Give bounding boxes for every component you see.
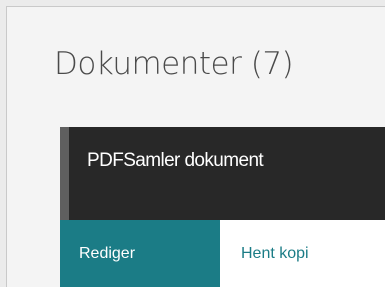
document-accent-bar (60, 127, 69, 220)
edit-button[interactable]: Rediger (60, 220, 220, 287)
document-card: PDFSamler dokument Rediger Hent kopi (60, 127, 385, 287)
get-copy-button[interactable]: Hent kopi (220, 220, 385, 287)
document-header[interactable]: PDFSamler dokument (60, 127, 385, 220)
document-actions: Rediger Hent kopi (60, 220, 385, 287)
page-title: Dokumenter (7) (54, 46, 294, 82)
document-name: PDFSamler dokument (87, 150, 264, 171)
